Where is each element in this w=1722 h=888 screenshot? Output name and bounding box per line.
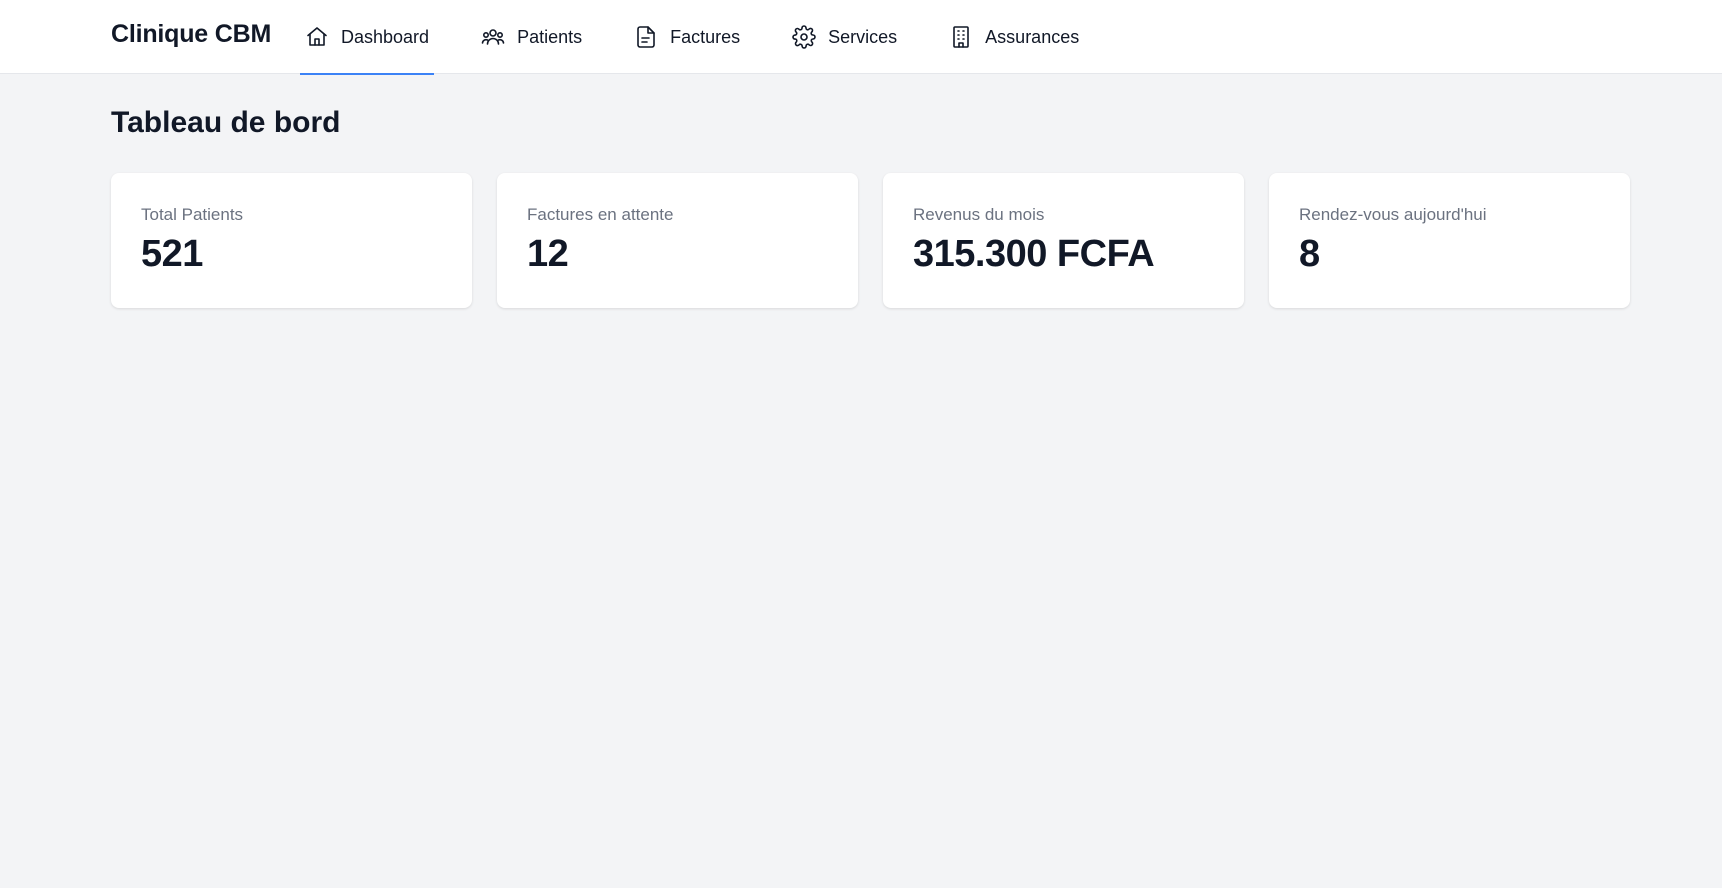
nav-label: Patients [517,26,583,47]
home-icon [305,25,329,49]
stat-value: 12 [527,233,569,275]
file-text-icon [634,25,658,49]
stats-cards: Total Patients 521 Factures en attente 1… [111,173,1630,308]
stat-label: Revenus du mois [913,205,1045,224]
stat-value: 8 [1299,233,1320,275]
building-icon [949,25,973,49]
users-icon [481,25,505,49]
stat-label: Total Patients [141,205,244,224]
main-nav: Dashboard Patients Factures Services Ass… [300,0,1126,75]
nav-item-patients[interactable]: Patients [476,0,587,74]
stat-card-total-patients: Total Patients 521 [111,173,472,308]
top-navbar: Clinique CBM Dashboard Patients Factures… [0,0,1722,75]
stat-value: 315.300 FCFA [913,233,1155,275]
nav-label: Dashboard [341,26,430,47]
nav-item-services[interactable]: Services [787,0,902,74]
nav-label: Assurances [985,26,1080,47]
nav-label: Factures [670,26,741,47]
stat-value: 521 [141,233,203,275]
nav-label: Services [828,26,898,47]
stat-card-pending-invoices: Factures en attente 12 [497,173,858,308]
nav-item-assurances[interactable]: Assurances [944,0,1084,74]
brand-logo[interactable]: Clinique CBM [111,20,271,49]
stat-card-appointments-today: Rendez-vous aujourd'hui 8 [1269,173,1630,308]
stat-label: Factures en attente [527,205,674,224]
page-title: Tableau de bord [111,106,341,139]
stat-card-monthly-revenue: Revenus du mois 315.300 FCFA [883,173,1244,308]
gear-icon [792,25,816,49]
nav-item-dashboard[interactable]: Dashboard [300,0,435,75]
stat-label: Rendez-vous aujourd'hui [1299,205,1487,224]
nav-item-factures[interactable]: Factures [629,0,745,74]
